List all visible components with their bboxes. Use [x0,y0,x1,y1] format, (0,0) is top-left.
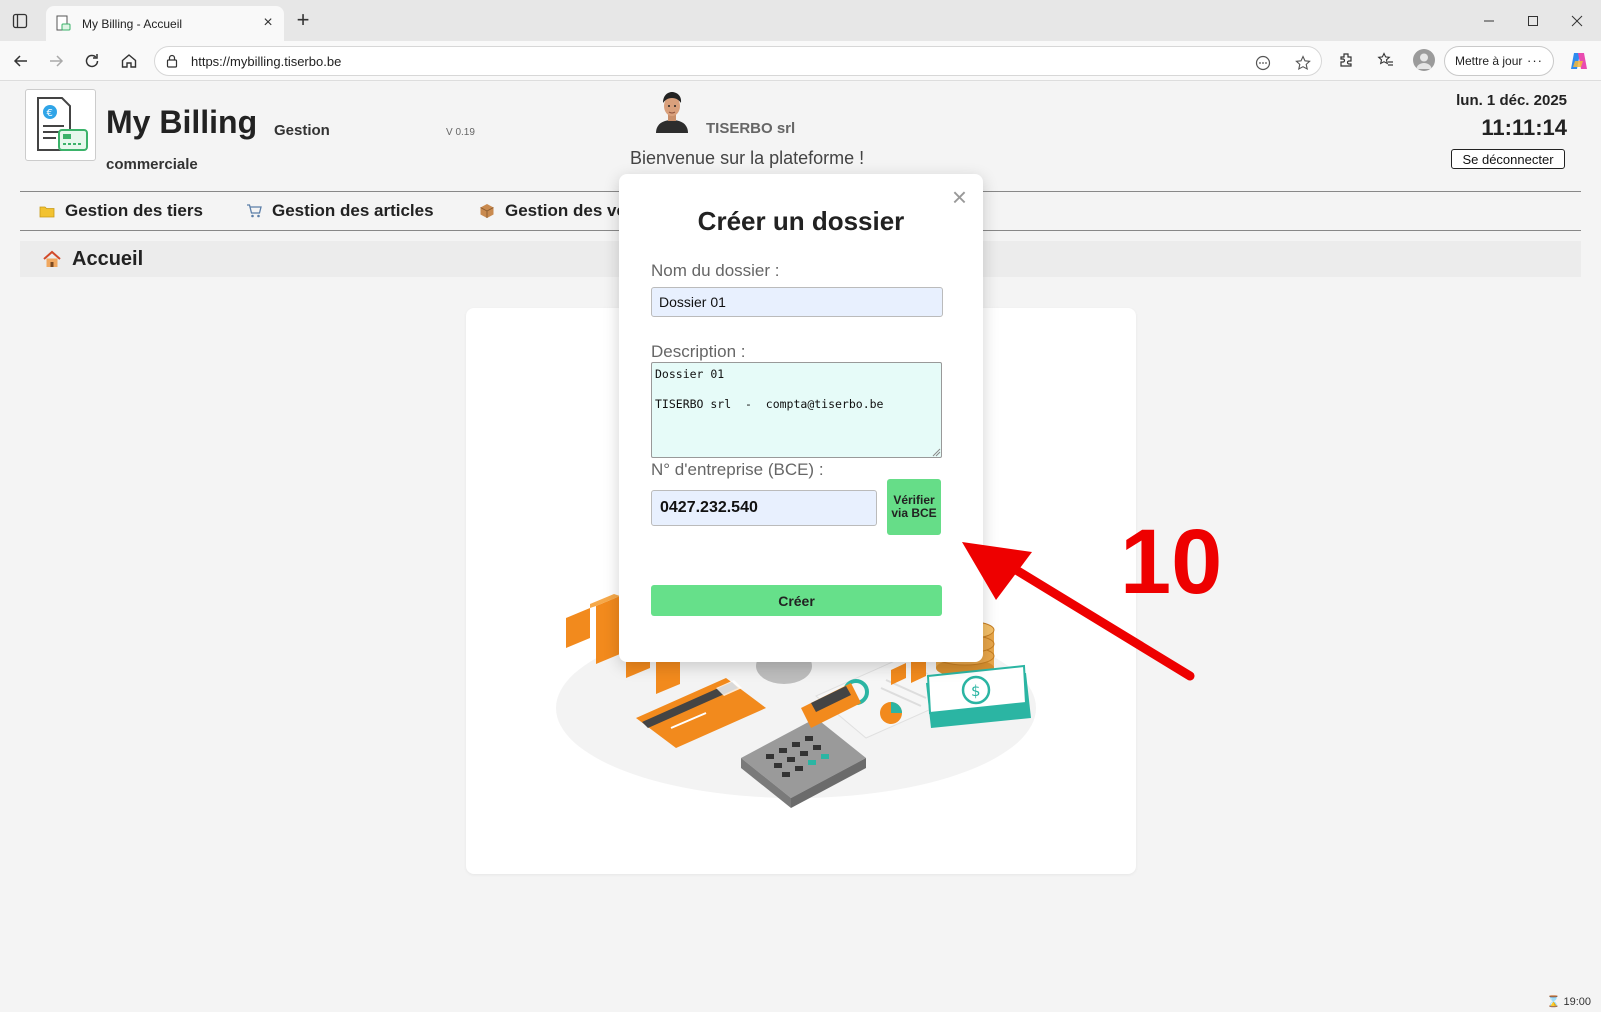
svg-text:€: € [47,108,53,119]
annotation-step-number: 10 [1120,511,1223,613]
resize-handle-icon[interactable] [931,447,941,457]
browser-tab-bar: My Billing - Accueil × + [0,0,1601,41]
app-version: V 0.19 [446,127,475,138]
address-bar[interactable]: https://mybilling.tiserbo.be [154,46,1322,76]
bce-number-input[interactable]: 0427.232.540 [651,490,877,526]
breadcrumb-label: Accueil [72,247,144,270]
menu-item-label: Gestion des articles [272,201,434,220]
app-subtitle-2: commerciale [106,156,198,173]
company-name: TISERBO srl [706,120,796,137]
verify-bce-button[interactable]: Vérifier via BCE [887,479,941,535]
update-button[interactable]: Mettre à jour ··· [1444,46,1554,76]
description-textarea[interactable]: Dossier 01 TISERBO srl - compta@tiserbo.… [651,362,942,458]
profile-avatar-icon[interactable] [1413,49,1435,71]
minimize-icon[interactable] [1474,10,1504,32]
modal-title: Créer un dossier [697,206,905,236]
forward-icon[interactable] [45,50,67,72]
tab-close-icon[interactable]: × [260,15,276,31]
update-label: Mettre à jour [1455,54,1523,68]
create-button[interactable]: Créer [651,585,942,616]
reload-icon[interactable] [81,50,103,72]
box-icon [480,204,494,218]
more-menu-icon[interactable]: ··· [1527,53,1543,68]
folder-icon [39,206,55,218]
app-title: My Billing [106,104,258,140]
window-close-icon[interactable] [1562,10,1592,32]
menu-item-label: Gestion des tiers [65,201,203,220]
status-bar: ⌛ 19:00 [1546,996,1591,1008]
favicon-icon [56,15,71,30]
current-time: 11:11:14 [1481,115,1567,140]
bce-label: N° d'entreprise (BCE) : [651,460,824,479]
favorite-star-icon[interactable] [1295,55,1311,71]
home-icon [43,250,61,267]
folder-name-input[interactable]: Dossier 01 [651,287,943,317]
user-avatar [652,91,692,133]
logout-button[interactable]: Se déconnecter [1451,149,1565,169]
tab-actions-icon[interactable] [10,11,30,31]
dollar-bills: $ [926,664,1031,728]
favorites-icon[interactable] [1376,50,1396,70]
url-text: https://mybilling.tiserbo.be [191,53,342,69]
extensions-icon[interactable] [1336,50,1356,70]
reader-icon[interactable] [1255,55,1271,71]
description-label: Description : [651,342,746,361]
current-date: lun. 1 déc. 2025 [1456,92,1567,109]
svg-text:$: $ [971,682,981,700]
create-folder-modal: × Créer un dossier Nom du dossier : Doss… [619,174,983,662]
invoice-logo-icon: € [37,97,88,151]
welcome-message: Bienvenue sur la plateforme ! [630,148,865,168]
copilot-icon[interactable] [1568,50,1590,72]
app-subtitle-1: Gestion [274,122,330,139]
cart-icon [247,204,262,218]
back-icon[interactable] [10,50,32,72]
lock-icon [166,54,178,68]
home-browser-icon[interactable] [118,50,140,72]
maximize-icon[interactable] [1518,10,1548,32]
browser-tab[interactable]: My Billing - Accueil × [46,6,284,41]
tab-title: My Billing - Accueil [82,16,183,31]
new-tab-icon[interactable]: + [292,9,314,32]
menu-item-articles[interactable]: Gestion des articles [246,201,434,221]
menu-item-tiers[interactable]: Gestion des tiers [39,201,203,221]
folder-name-label: Nom du dossier : [651,261,780,280]
browser-toolbar: https://mybilling.tiserbo.be Mettre à jo… [0,41,1601,81]
app-logo: € [25,89,96,161]
